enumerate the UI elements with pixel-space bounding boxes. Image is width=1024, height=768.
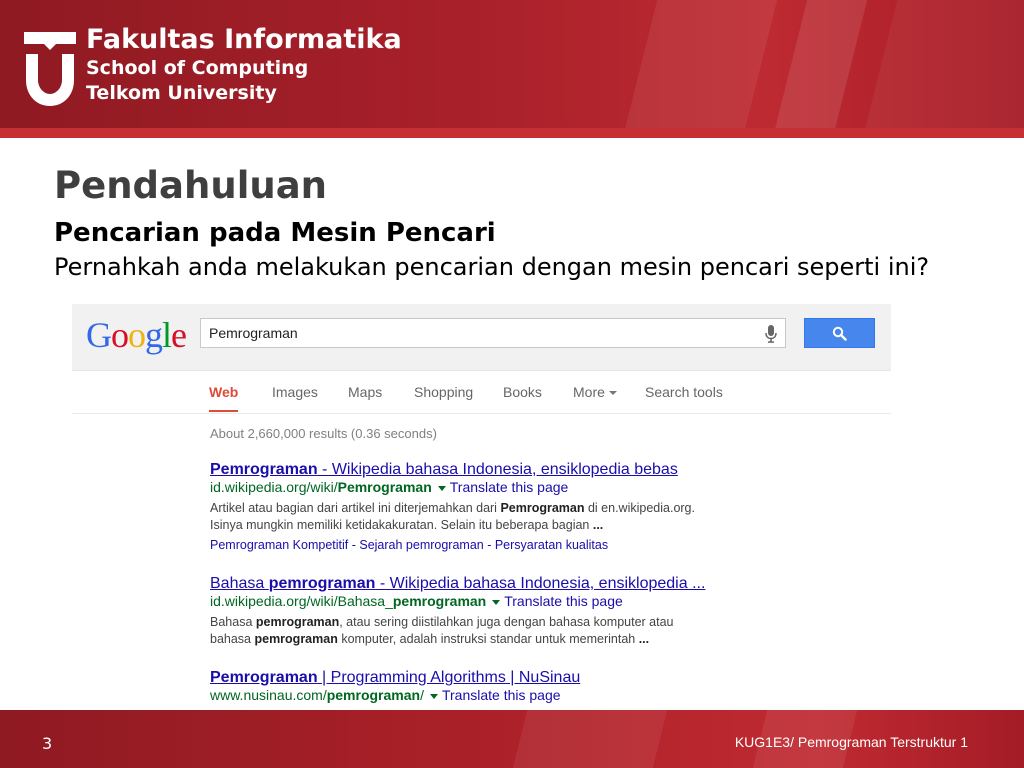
faculty-brand: Fakultas Informatika School of Computing… (86, 24, 402, 106)
snippet-text: di en.wikipedia.org. (584, 501, 695, 515)
slide-body-text: Pernahkah anda melakukan pencarian denga… (54, 253, 930, 281)
google-search-screenshot: Google Pemrograman Web Images Maps Shopp… (72, 304, 891, 708)
tab-shopping[interactable]: Shopping (414, 384, 473, 400)
google-logo-letter: G (86, 315, 112, 355)
brand-line-school: School of Computing (86, 57, 309, 79)
chevron-down-icon (608, 391, 617, 396)
translate-link[interactable]: Translate this page (442, 687, 561, 703)
url-dropdown-icon[interactable] (492, 599, 501, 605)
header-stripe (862, 0, 1024, 138)
result-url-bold: Pemrograman (337, 479, 432, 495)
tab-search-tools[interactable]: Search tools (645, 384, 723, 400)
result-title-bold: Pemrograman (210, 669, 318, 686)
snippet-text: bahasa (210, 631, 255, 646)
slide-subtitle: Pencarian pada Mesin Pencari (54, 218, 496, 248)
translate-link[interactable]: Translate this page (504, 593, 623, 609)
search-result: Pemrograman | Programming Algorithms | N… (210, 668, 810, 704)
brand-line-faculty: Fakultas Informatika (86, 24, 402, 55)
search-button[interactable] (804, 318, 875, 348)
result-sitelinks[interactable]: Pemrograman Kompetitif - Sejarah pemrogr… (210, 537, 810, 553)
result-url-text: id.wikipedia.org/wiki/ (210, 479, 338, 495)
tab-more-label: More (573, 384, 605, 400)
url-dropdown-icon[interactable] (429, 693, 438, 699)
snippet-bold: Pemrograman (500, 501, 585, 515)
result-snippet: Artikel atau bagian dari artikel ini dit… (210, 500, 810, 533)
result-title-bold: Pemrograman (210, 461, 318, 478)
result-url: www.nusinau.com/pemrograman/ Translate th… (210, 687, 810, 704)
result-title-text: - Wikipedia bahasa Indonesia, ensikloped… (317, 461, 678, 478)
result-url: id.wikipedia.org/wiki/Pemrograman Transla… (210, 479, 810, 496)
course-label: KUG1E3/ Pemrograman Terstruktur 1 (734, 734, 968, 750)
header-stripe (772, 0, 868, 138)
tab-more[interactable]: More (573, 384, 617, 400)
search-tabs: Web Images Maps Shopping Books More Sear… (72, 371, 891, 414)
result-url-bold: pemrograman (326, 687, 421, 703)
snippet-ellipsis: ... (638, 631, 650, 646)
tab-books[interactable]: Books (503, 384, 542, 400)
snippet-bold: pemrograman (254, 631, 338, 646)
search-result: Bahasa pemrograman - Wikipedia bahasa In… (210, 574, 810, 647)
header-stripe (622, 0, 778, 138)
tab-maps[interactable]: Maps (348, 384, 382, 400)
slide-footer: 3 KUG1E3/ Pemrograman Terstruktur 1 (0, 710, 1024, 768)
snippet-bold: pemrograman (255, 615, 340, 629)
slide-title: Pendahuluan (54, 164, 328, 207)
result-url-text: www.nusinau.com/ (210, 687, 327, 703)
snippet-text: Bahasa (210, 615, 256, 629)
snippet-text: , atau sering diistilahkan juga dengan b… (339, 615, 674, 629)
search-query-text: Pemrograman (209, 325, 298, 341)
slide-header: Fakultas Informatika School of Computing… (0, 0, 1024, 138)
microphone-icon[interactable] (765, 325, 777, 343)
tab-web[interactable]: Web (209, 384, 239, 412)
search-input[interactable]: Pemrograman (200, 318, 786, 348)
snippet-text: komputer, adalah instruksi standar untuk… (337, 631, 639, 646)
result-title-link[interactable]: Pemrograman | Programming Algorithms | N… (210, 668, 810, 687)
snippet-ellipsis: ... (592, 517, 604, 532)
google-logo-letter: o (111, 315, 129, 355)
result-title-text: - Wikipedia bahasa Indonesia, ensikloped… (375, 575, 706, 592)
google-logo[interactable]: Google (86, 314, 187, 356)
result-url-text: / (420, 687, 424, 703)
result-title-link[interactable]: Pemrograman - Wikipedia bahasa Indonesia… (210, 460, 810, 479)
result-snippet: Bahasa pemrograman, atau sering diistila… (210, 614, 810, 647)
result-title-text: | Programming Algorithms | NuSinau (317, 669, 581, 686)
search-icon (832, 326, 847, 341)
result-url: id.wikipedia.org/wiki/Bahasa_pemrograman… (210, 593, 810, 610)
header-bottom-bar (0, 128, 1024, 138)
translate-link[interactable]: Translate this page (450, 479, 569, 495)
tab-images[interactable]: Images (272, 384, 318, 400)
google-logo-letter: g (145, 315, 163, 355)
snippet-text: Isinya mungkin memiliki ketidakakuratan.… (210, 517, 593, 532)
snippet-text: Artikel atau bagian dari artikel ini dit… (210, 501, 501, 515)
url-dropdown-icon[interactable] (437, 485, 446, 491)
google-logo-letter: e (171, 315, 187, 355)
result-stats: About 2,660,000 results (0.36 seconds) (210, 426, 437, 441)
page-number: 3 (42, 734, 53, 753)
google-search-bar: Google Pemrograman (72, 304, 891, 371)
result-title-text: Bahasa (210, 575, 269, 592)
result-title-bold: pemrograman (268, 575, 376, 592)
result-url-bold: pemrograman (392, 593, 487, 609)
result-url-text: id.wikipedia.org/wiki/Bahasa_ (210, 593, 393, 609)
footer-stripe (512, 710, 668, 768)
google-logo-letter: o (128, 315, 146, 355)
telkom-university-logo-icon (24, 32, 76, 106)
search-result: Pemrograman - Wikipedia bahasa Indonesia… (210, 460, 810, 553)
result-title-link[interactable]: Bahasa pemrograman - Wikipedia bahasa In… (210, 574, 810, 593)
brand-line-university: Telkom University (86, 82, 277, 104)
google-logo-letter: l (162, 315, 172, 355)
